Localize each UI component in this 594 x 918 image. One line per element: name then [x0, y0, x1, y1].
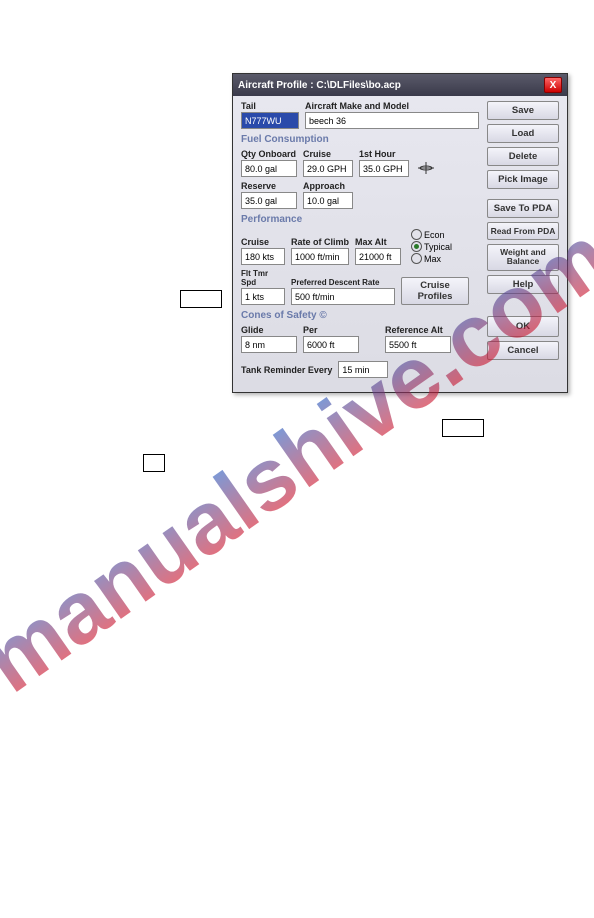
per-input[interactable]: 6000 ft — [303, 336, 359, 353]
aircraft-profile-dialog: Aircraft Profile : C:\DLFiles\bo.acp X T… — [232, 73, 568, 393]
placeholder-box — [442, 419, 484, 437]
read-from-pda-button[interactable]: Read From PDA — [487, 222, 559, 240]
help-button[interactable]: Help — [487, 275, 559, 294]
reserve-input[interactable]: 35.0 gal — [241, 192, 297, 209]
perf-cruise-input[interactable]: 180 kts — [241, 248, 285, 265]
ref-alt-label: Reference Alt — [385, 325, 451, 335]
typical-radio[interactable]: Typical — [411, 241, 452, 252]
titlebar: Aircraft Profile : C:\DLFiles\bo.acp X — [233, 74, 567, 96]
glide-input[interactable]: 8 nm — [241, 336, 297, 353]
roc-input[interactable]: 1000 ft/min — [291, 248, 349, 265]
tail-input[interactable]: N777WU — [241, 112, 299, 129]
econ-radio[interactable]: Econ — [411, 229, 452, 240]
flttmr-label: Flt Tmr Spd — [241, 269, 285, 287]
cruise-profiles-button[interactable]: Cruise Profiles — [401, 277, 469, 305]
save-button[interactable]: Save — [487, 101, 559, 120]
pick-image-button[interactable]: Pick Image — [487, 170, 559, 189]
approach-input[interactable]: 10.0 gal — [303, 192, 353, 209]
tank-reminder-label: Tank Reminder Every — [241, 365, 332, 375]
flttmr-input[interactable]: 1 kts — [241, 288, 285, 305]
placeholder-box — [143, 454, 165, 472]
descent-label: Preferred Descent Rate — [291, 278, 395, 287]
cruise-fuel-input[interactable]: 29.0 GPH — [303, 160, 353, 177]
perf-cruise-label: Cruise — [241, 237, 285, 247]
tail-label: Tail — [241, 101, 299, 111]
make-label: Aircraft Make and Model — [305, 101, 479, 111]
max-radio[interactable]: Max — [411, 253, 452, 264]
reserve-label: Reserve — [241, 181, 297, 191]
econ-label: Econ — [424, 230, 445, 240]
cruise-fuel-label: Cruise — [303, 149, 353, 159]
approach-label: Approach — [303, 181, 353, 191]
save-to-pda-button[interactable]: Save To PDA — [487, 199, 559, 218]
cancel-button[interactable]: Cancel — [487, 341, 559, 360]
dialog-title: Aircraft Profile : C:\DLFiles\bo.acp — [238, 80, 401, 91]
aircraft-icon — [415, 159, 437, 177]
ref-alt-input[interactable]: 5500 ft — [385, 336, 451, 353]
max-label: Max — [424, 254, 441, 264]
maxalt-label: Max Alt — [355, 237, 401, 247]
weight-balance-button[interactable]: Weight and Balance — [487, 244, 559, 271]
delete-button[interactable]: Delete — [487, 147, 559, 166]
first-hour-label: 1st Hour — [359, 149, 409, 159]
fuel-group-label: Fuel Consumption — [241, 134, 479, 145]
placeholder-box — [180, 290, 222, 308]
close-icon[interactable]: X — [544, 77, 562, 93]
cones-group-label: Cones of Safety © — [241, 310, 479, 321]
typical-label: Typical — [424, 242, 452, 252]
load-button[interactable]: Load — [487, 124, 559, 143]
glide-label: Glide — [241, 325, 297, 335]
qty-label: Qty Onboard — [241, 149, 297, 159]
tank-reminder-input[interactable]: 15 min — [338, 361, 388, 378]
descent-input[interactable]: 500 ft/min — [291, 288, 395, 305]
maxalt-input[interactable]: 21000 ft — [355, 248, 401, 265]
per-label: Per — [303, 325, 359, 335]
qty-input[interactable]: 80.0 gal — [241, 160, 297, 177]
make-input[interactable]: beech 36 — [305, 112, 479, 129]
roc-label: Rate of Climb — [291, 237, 349, 247]
first-hour-input[interactable]: 35.0 GPH — [359, 160, 409, 177]
ok-button[interactable]: OK — [487, 316, 559, 337]
performance-group-label: Performance — [241, 214, 479, 225]
